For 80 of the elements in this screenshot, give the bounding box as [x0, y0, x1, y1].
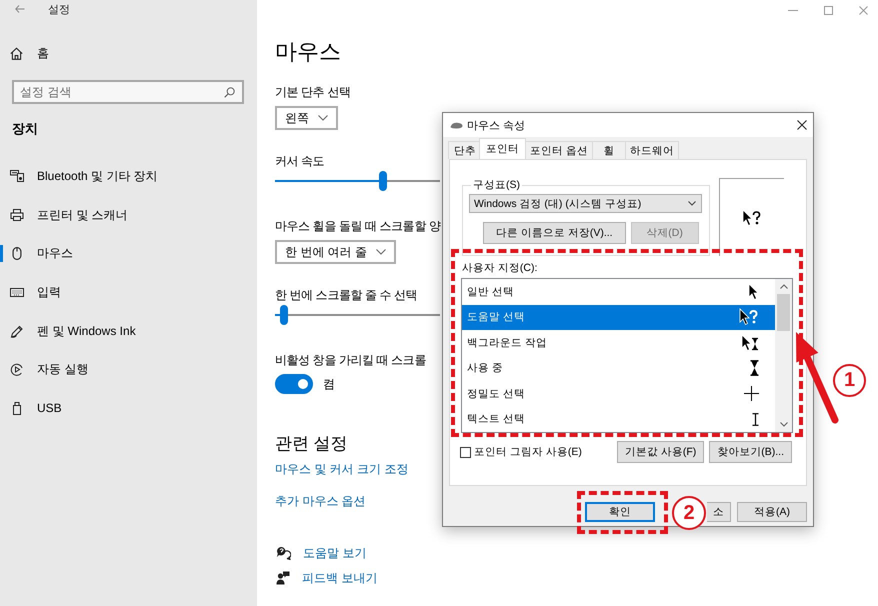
chevron-down-icon	[376, 249, 386, 255]
help-pointer-icon	[742, 208, 762, 226]
help-pointer-icon	[739, 308, 759, 326]
setting-label: 기본 단추 선택	[275, 84, 350, 101]
nav-item[interactable]: 프린터 및 스캐너	[0, 196, 128, 234]
slider-thumb[interactable]	[378, 171, 387, 191]
tab[interactable]: 단추	[448, 141, 482, 159]
link[interactable]: 추가 마우스 옵션	[275, 492, 366, 510]
pointer-list-item[interactable]: 일반 선택	[462, 279, 775, 304]
group-label: 구성표(S)	[472, 178, 521, 192]
scroll-thumb[interactable]	[777, 294, 790, 331]
search-field[interactable]: 설정 검색	[12, 80, 244, 104]
dialog-button[interactable]: 적용(A)	[737, 502, 807, 522]
pointer-list-item[interactable]: 사용 중	[462, 356, 775, 381]
dialog-button[interactable]: 소	[707, 502, 731, 522]
tab[interactable]: 포인터	[479, 138, 526, 159]
step-number: 1	[833, 364, 866, 397]
chevron-up-icon[interactable]	[780, 284, 788, 289]
person-icon	[276, 571, 290, 585]
search-icon[interactable]	[224, 87, 235, 98]
dropdown[interactable]: 왼쪽	[275, 106, 338, 130]
toggle-state-label: 켬	[323, 376, 335, 392]
checkbox[interactable]	[460, 446, 471, 458]
chevron-down-icon	[688, 201, 696, 206]
chevron-down-icon	[318, 115, 328, 121]
usb-drive-icon	[10, 402, 24, 415]
link[interactable]: 마우스 및 커서 크기 조정	[275, 460, 408, 478]
dialog-button[interactable]: 확인	[585, 502, 655, 522]
dialog-title: 마우스 속성	[467, 118, 526, 132]
crosshair-icon	[744, 386, 759, 402]
scheme-dropdown[interactable]: Windows 검정 (대) (시스템 구성표)	[469, 194, 702, 213]
tab[interactable]: 포인터 옵션	[525, 141, 593, 159]
text-cursor-icon	[752, 412, 759, 426]
close-icon[interactable]	[797, 120, 807, 130]
maximize-icon[interactable]	[824, 6, 833, 14]
home-nav-item[interactable]: 홈	[10, 44, 49, 62]
nav-item[interactable]: USB	[0, 389, 62, 428]
pointer-list-item[interactable]: 텍스트 선택	[462, 406, 775, 432]
setting-label: 한 번에 스크롤할 줄 수 선택	[275, 287, 418, 304]
section-heading: 장치	[12, 120, 38, 138]
chat-question-icon	[276, 546, 291, 560]
setting-label: 비활성 창을 가리킬 때 스크롤	[275, 352, 426, 369]
nav-item[interactable]: 펜 및 Windows Ink	[0, 312, 136, 350]
dialog-button[interactable]: 다른 이름으로 저장(V)...	[483, 222, 626, 244]
pointer-list-item[interactable]: 도움말 선택	[462, 304, 775, 330]
arrow-pointer-icon	[748, 283, 759, 300]
mouse-icon	[10, 247, 24, 260]
back-arrow-icon[interactable]	[15, 5, 25, 13]
printer-icon	[10, 209, 24, 222]
hourglass-icon	[750, 360, 759, 376]
devices-icon	[10, 170, 24, 182]
play-circle-icon	[10, 363, 24, 376]
link[interactable]: 피드백 보내기	[302, 569, 378, 587]
dialog-button[interactable]: 기본값 사용(F)	[616, 441, 704, 463]
home-icon	[10, 46, 23, 60]
tab[interactable]: 하드웨어	[624, 141, 679, 159]
list-label: 사용자 지정(C):	[462, 261, 538, 275]
nav-item[interactable]: 자동 실행	[0, 350, 88, 390]
slider-thumb[interactable]	[280, 305, 288, 325]
section-heading: 관련 설정	[275, 433, 348, 455]
link[interactable]: 도움말 보기	[303, 544, 366, 562]
keyboard-icon	[10, 288, 24, 297]
dropdown[interactable]: 한 번에 여러 줄	[275, 240, 396, 264]
nav-item[interactable]: 입력	[0, 273, 61, 312]
scrollbar[interactable]	[775, 279, 792, 432]
pen-icon	[10, 324, 24, 338]
nav-item[interactable]: Bluetooth 및 기타 장치	[0, 157, 158, 196]
setting-label: 커서 속도	[275, 153, 324, 170]
setting-label: 마우스 휠을 돌릴 때 스크롤할 양	[275, 218, 440, 235]
window-title: 설정	[48, 2, 70, 16]
pointer-list-item[interactable]: 백그라운드 작업	[462, 330, 775, 356]
chevron-down-icon[interactable]	[780, 422, 788, 427]
mouse-icon	[450, 122, 463, 128]
pointer-list-item[interactable]: 정밀도 선택	[462, 381, 775, 406]
toggle-switch[interactable]	[275, 374, 313, 394]
checkbox-label[interactable]: 포인터 그림자 사용(E)	[474, 445, 582, 459]
arrow-hourglass-icon	[741, 334, 759, 352]
page-title: 마우스	[275, 38, 341, 66]
nav-item[interactable]: 마우스	[0, 234, 73, 274]
dialog-button[interactable]: 찾아보기(B)...	[709, 441, 792, 463]
